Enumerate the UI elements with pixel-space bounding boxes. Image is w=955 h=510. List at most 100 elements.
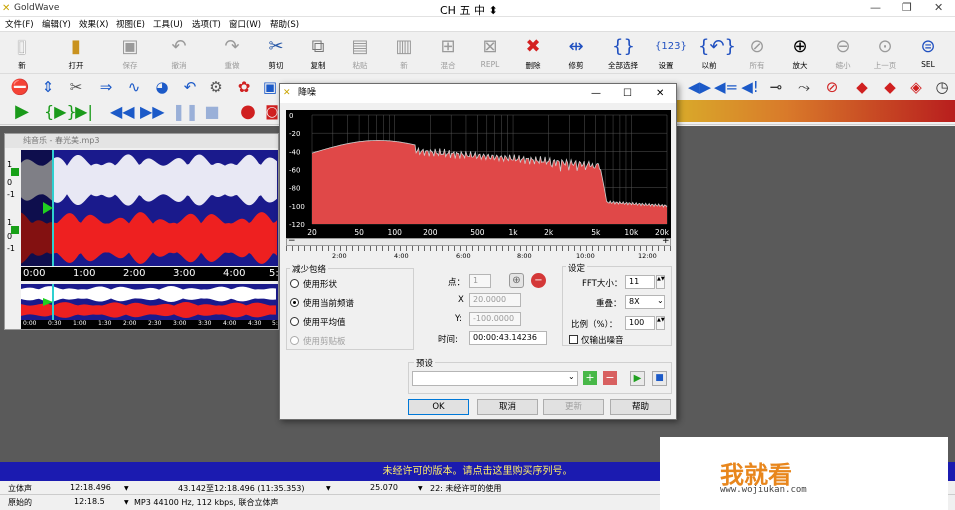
transform-icon[interactable]: ⇒	[96, 77, 116, 97]
paste-button[interactable]: ▤ 粘贴	[338, 32, 382, 74]
play-to-end-icon[interactable]: ▶|	[74, 102, 94, 122]
menu-file[interactable]: 文件(F)	[5, 18, 34, 30]
menu-window[interactable]: 窗口(W)	[229, 18, 261, 30]
close-button[interactable]: ✕	[934, 1, 943, 14]
undo-button[interactable]: ↶ 撤消	[157, 32, 201, 74]
remove-point-icon[interactable]: −	[531, 273, 546, 288]
channel-enable-checkbox[interactable]	[11, 226, 19, 234]
scroll-plus-icon[interactable]: +	[662, 236, 670, 246]
redo-button[interactable]: ↷ 重做	[210, 32, 254, 74]
ok-button[interactable]: OK	[408, 399, 469, 415]
y-field[interactable]: -100.0000	[469, 312, 521, 326]
volume-icon[interactable]: ◕	[152, 77, 172, 97]
remove-preset-icon[interactable]: −	[603, 371, 617, 385]
channel-enable-checkbox[interactable]	[11, 168, 19, 176]
stop-effect-icon[interactable]: ⛔	[10, 77, 30, 97]
set-marker-button[interactable]: {123} 设置	[644, 32, 688, 74]
maximize-button[interactable]: ❐	[902, 1, 912, 14]
filter-icon[interactable]: ✿	[234, 77, 254, 97]
x-field[interactable]: 20.0000	[469, 293, 521, 307]
use-average-radio[interactable]	[290, 317, 299, 326]
delete-button[interactable]: ✖ 删除	[511, 32, 555, 74]
no-speech-icon[interactable]: ⊘	[822, 77, 842, 97]
rewind-icon[interactable]: ◀◀	[110, 102, 135, 122]
use-clipboard-radio[interactable]	[290, 336, 299, 345]
reverse-icon[interactable]: ↶	[180, 77, 200, 97]
open-button[interactable]: ▮ 打开	[54, 32, 98, 74]
ime-indicator[interactable]: CH 五 中 ⬍	[440, 2, 498, 18]
mix-button[interactable]: ⊞ 混合	[426, 32, 470, 74]
gear-icon[interactable]: ⚙	[206, 77, 226, 97]
clock-icon[interactable]: ◷	[932, 77, 952, 97]
cancel-button[interactable]: 取消	[477, 399, 538, 415]
play-icon[interactable]: ▶	[12, 102, 32, 122]
zoom-out-button[interactable]: ⊖ 缩小	[821, 32, 865, 74]
replace-button[interactable]: ⊠ REPL	[468, 32, 512, 74]
diamond-left-icon[interactable]: ◆	[852, 77, 872, 97]
spectrum-graph[interactable]: 0 -20 -40 -60 -80 -100 -120 20 50 100 20…	[286, 110, 671, 238]
fft-spinner-icon[interactable]: ▲▼	[656, 275, 665, 289]
add-preset-icon[interactable]: +	[583, 371, 597, 385]
connect-icon[interactable]: ⤳	[794, 77, 814, 97]
help-button[interactable]: 帮助	[610, 399, 671, 415]
chevron-down-icon[interactable]: ⌄	[657, 296, 664, 305]
new-button[interactable]: ▯ 新	[0, 32, 44, 74]
record-icon[interactable]: ●	[238, 102, 258, 122]
menu-view[interactable]: 视图(E)	[116, 18, 145, 30]
spectrum-scrollbar[interactable]: − +	[286, 236, 671, 246]
previous-button[interactable]: {↶} 以前	[687, 32, 736, 74]
fast-forward-icon[interactable]: ▶▶	[140, 102, 165, 122]
menu-help[interactable]: 帮助(S)	[270, 18, 299, 30]
zoom-selection-button[interactable]: ⊜ SEL	[906, 32, 950, 74]
chevron-down-icon[interactable]: ⌄	[568, 372, 575, 381]
volume-level-icon[interactable]: ◀!	[740, 77, 760, 97]
previous-page-button[interactable]: ⊙ 上一页	[863, 32, 907, 74]
waveform-view[interactable]	[21, 150, 278, 266]
preview-stop-icon[interactable]: ■	[652, 371, 667, 386]
preset-select[interactable]	[412, 371, 578, 386]
diamond-right-icon[interactable]: ◆	[880, 77, 900, 97]
cut-button[interactable]: ✂ 剪切	[254, 32, 298, 74]
time-field[interactable]: 00:00:43.14236	[469, 331, 547, 345]
menu-edit[interactable]: 编辑(Y)	[42, 18, 71, 30]
stop-icon[interactable]: ■	[202, 102, 222, 122]
paste-new-button[interactable]: ▥ 新	[382, 32, 426, 74]
zoom-in-button[interactable]: ⊕ 放大	[778, 32, 822, 74]
chevron-down-icon[interactable]: ▼	[418, 485, 423, 492]
copy-button[interactable]: ⧉ 复制	[296, 32, 340, 74]
zoom-all-button[interactable]: ⊘ 所有	[735, 32, 779, 74]
menu-tools[interactable]: 工具(U)	[153, 18, 183, 30]
preview-play-icon[interactable]: ▶	[630, 371, 645, 386]
cue-icon[interactable]: ◈	[906, 77, 926, 97]
minimize-button[interactable]: —	[870, 1, 881, 14]
play-selection-icon[interactable]: {▶}	[44, 102, 77, 122]
save-button[interactable]: ▣ 保存	[108, 32, 152, 74]
noise-icon[interactable]: ▣	[260, 77, 280, 97]
scroll-minus-icon[interactable]: −	[288, 236, 296, 246]
menu-effects[interactable]: 效果(X)	[79, 18, 108, 30]
chevron-down-icon[interactable]: ▼	[124, 499, 129, 506]
mechanize-icon[interactable]: ∿	[124, 77, 144, 97]
noise-only-checkbox[interactable]	[569, 335, 578, 344]
chevron-down-icon[interactable]: ▼	[124, 485, 129, 492]
scale-field[interactable]: 100	[625, 316, 655, 330]
dialog-maximize-button[interactable]: ☐	[623, 84, 632, 103]
channel-icon[interactable]: ⇕	[38, 77, 58, 97]
stereo-icon[interactable]: ◀=	[714, 77, 738, 97]
select-all-button[interactable]: {} 全部选择	[601, 32, 645, 74]
pause-icon[interactable]: ❚❚	[172, 102, 199, 122]
scale-spinner-icon[interactable]: ▲▼	[656, 316, 665, 330]
add-point-icon[interactable]: ⊕	[509, 273, 524, 288]
point-field[interactable]: 1	[469, 274, 491, 288]
merge-icon[interactable]: ✂	[66, 77, 86, 97]
update-button[interactable]: 更新	[543, 399, 604, 415]
overview-waveform[interactable]	[21, 284, 278, 320]
dialog-close-button[interactable]: ✕	[656, 84, 664, 103]
use-current-spectrum-radio[interactable]	[290, 298, 299, 307]
pan-icon[interactable]: ◀▶	[688, 77, 711, 97]
menu-options[interactable]: 选项(T)	[192, 18, 221, 30]
dialog-minimize-button[interactable]: —	[591, 84, 601, 103]
use-shape-radio[interactable]	[290, 279, 299, 288]
fft-size-field[interactable]: 11	[625, 275, 655, 289]
trim-button[interactable]: ⇹ 修剪	[554, 32, 598, 74]
